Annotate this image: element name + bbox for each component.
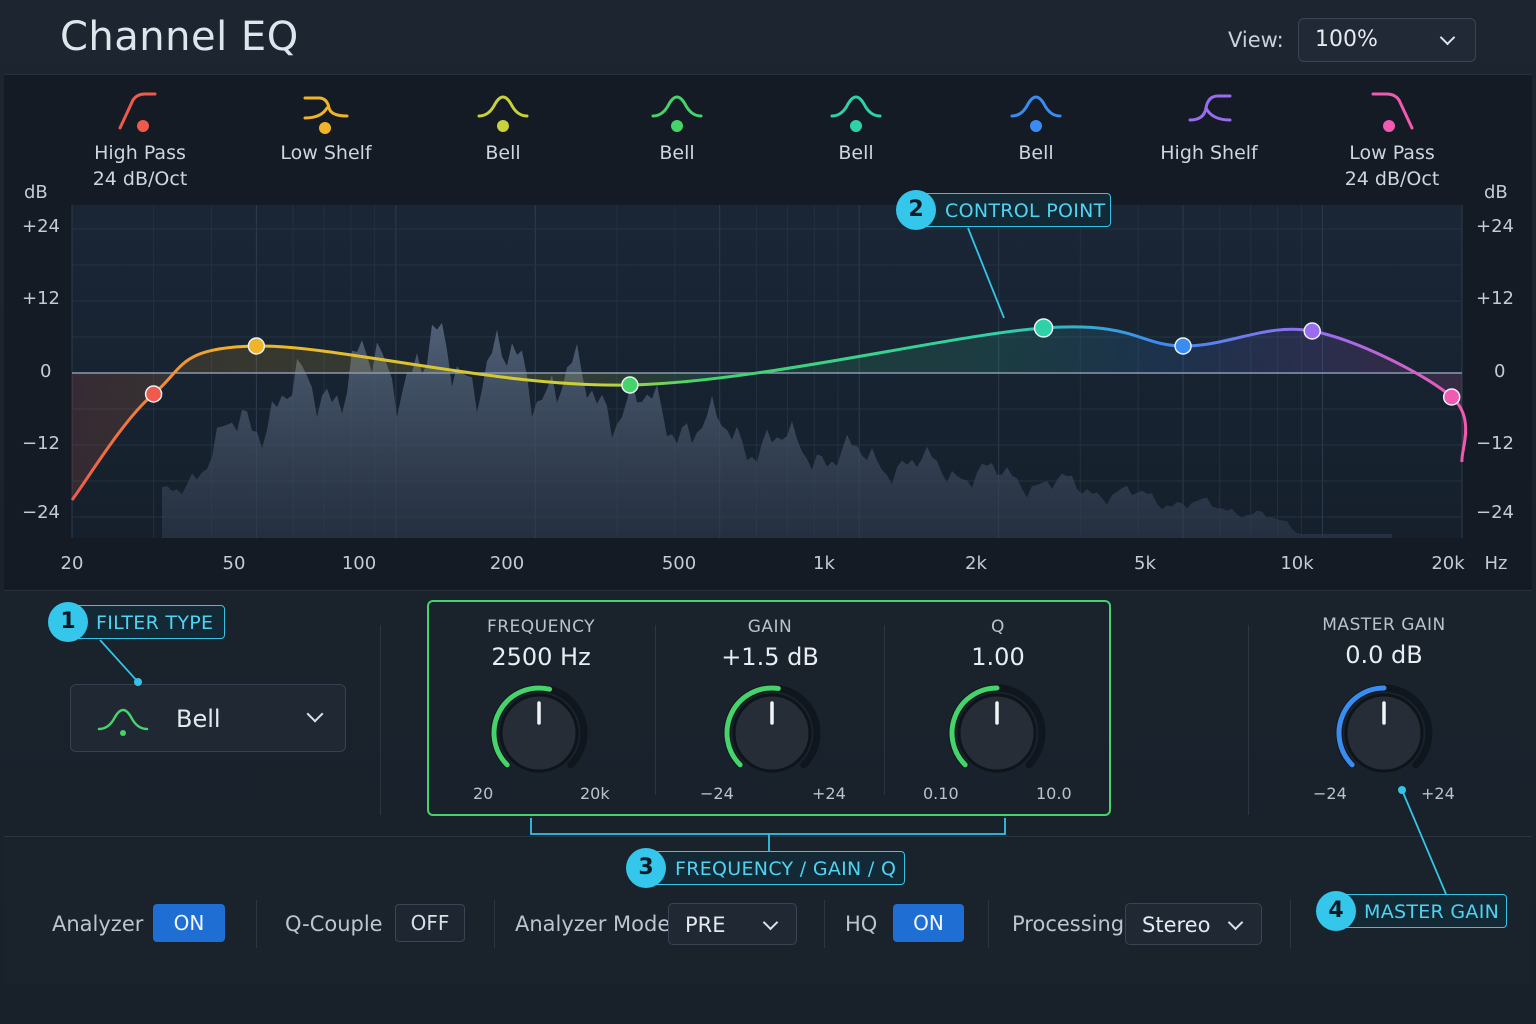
frequency-min: 20 <box>473 784 494 803</box>
q-knob[interactable] <box>944 683 1050 783</box>
frequency-label: FREQUENCY <box>486 617 596 637</box>
chevron-down-icon <box>1227 914 1244 931</box>
master-gain-label: MASTER GAIN <box>1322 615 1446 635</box>
eq-curve-graph[interactable] <box>0 0 1536 600</box>
q-readout: Q 1.00 <box>884 617 1112 671</box>
q-value: 1.00 <box>971 643 1025 671</box>
callout-number: 3 <box>626 848 666 888</box>
callout-number: 2 <box>896 190 936 230</box>
master-gain-knob[interactable] <box>1331 683 1437 783</box>
gain-min: −24 <box>700 784 734 803</box>
divider <box>1290 900 1291 948</box>
analyzer-mode-label: Analyzer Mode <box>515 912 671 936</box>
analyzer-mode-value: PRE <box>685 913 726 937</box>
control-point-1[interactable] <box>144 385 163 403</box>
filter-type-callout: 1 FILTER TYPE <box>48 602 225 642</box>
frequency-readout: FREQUENCY 2500 Hz <box>427 617 655 671</box>
processing-select[interactable]: Stereo <box>1125 903 1262 945</box>
callout-text: FREQUENCY / GAIN / Q <box>675 858 897 880</box>
gain-readout: GAIN +1.5 dB <box>656 617 884 671</box>
callout-number: 1 <box>48 602 88 642</box>
chevron-down-icon <box>762 914 779 931</box>
q-min: 0.10 <box>923 784 959 803</box>
callout-number: 4 <box>1316 891 1356 931</box>
divider <box>824 900 825 948</box>
gain-knob[interactable] <box>719 683 825 783</box>
q-label: Q <box>991 617 1005 637</box>
control-point-2[interactable] <box>247 337 266 355</box>
processing-label: Processing <box>1012 912 1125 936</box>
divider <box>256 900 257 948</box>
master-gain-max: +24 <box>1421 784 1455 803</box>
control-point-callout: 2 CONTROL POINT <box>896 190 1111 230</box>
processing-value: Stereo <box>1142 913 1211 937</box>
master-gain-callout: 4 MASTER GAIN <box>1316 891 1507 931</box>
master-gain-value: 0.0 dB <box>1345 641 1423 669</box>
q-couple-toggle[interactable]: OFF <box>395 904 465 942</box>
callout-text: MASTER GAIN <box>1364 901 1500 923</box>
frequency-value: 2500 Hz <box>491 643 591 671</box>
gain-label: GAIN <box>747 617 793 637</box>
bell-icon <box>97 708 149 736</box>
q-max: 10.0 <box>1036 784 1072 803</box>
frequency-max: 20k <box>580 784 610 803</box>
gain-max: +24 <box>812 784 846 803</box>
filter-type-value: Bell <box>176 705 221 733</box>
master-gain-readout: MASTER GAIN 0.0 dB <box>1270 615 1498 669</box>
control-point-3[interactable] <box>621 376 639 394</box>
divider <box>1248 625 1249 815</box>
analyzer-toggle[interactable]: ON <box>153 904 225 942</box>
analyzer-label: Analyzer <box>52 912 144 936</box>
gain-value: +1.5 dB <box>721 643 819 671</box>
q-couple-label: Q-Couple <box>285 912 383 936</box>
frequency-gain-q-callout: 3 FREQUENCY / GAIN / Q <box>626 848 905 888</box>
hq-label: HQ <box>845 912 878 936</box>
master-gain-min: −24 <box>1313 784 1347 803</box>
analyzer-mode-select[interactable]: PRE <box>668 903 797 945</box>
chevron-down-icon <box>306 705 324 723</box>
divider <box>494 900 495 948</box>
control-point-4[interactable] <box>1033 318 1054 338</box>
callout-text: CONTROL POINT <box>945 200 1106 222</box>
divider <box>988 900 989 948</box>
filter-type-select[interactable]: Bell <box>70 684 346 752</box>
control-point-7[interactable] <box>1442 388 1461 406</box>
control-point-6[interactable] <box>1303 322 1321 340</box>
frequency-knob[interactable] <box>486 683 592 783</box>
control-point-5[interactable] <box>1174 337 1192 355</box>
callout-text: FILTER TYPE <box>96 612 214 634</box>
divider <box>380 625 381 815</box>
channel-eq-window: Channel EQ View: 100% High Pass 24 dB/Oc… <box>0 0 1536 1024</box>
hq-toggle[interactable]: ON <box>893 904 964 942</box>
